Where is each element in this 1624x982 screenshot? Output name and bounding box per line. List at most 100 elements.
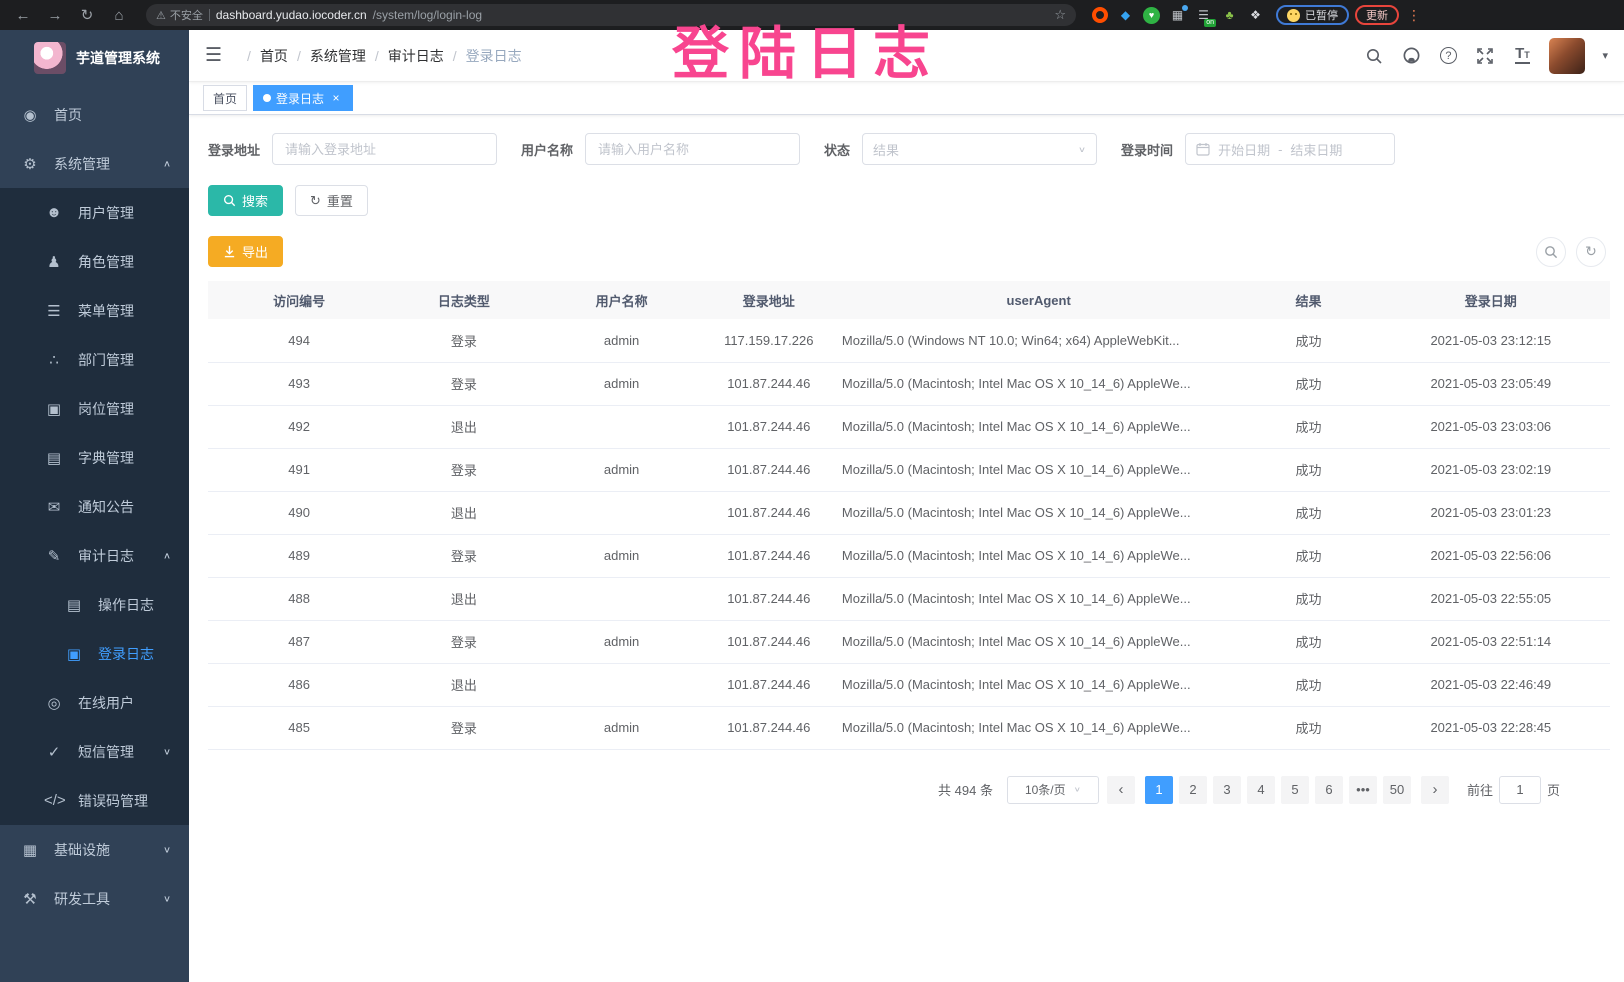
security-label[interactable]: 不安全	[170, 7, 203, 23]
tag-item[interactable]: 首页 ×	[203, 85, 247, 111]
login-time-range-picker[interactable]: 开始日期 - 结束日期	[1185, 133, 1395, 165]
github-icon[interactable]	[1401, 46, 1421, 66]
page-number-button[interactable]: 5	[1281, 776, 1309, 804]
sidebar-item[interactable]: ✉ 通知公告	[0, 482, 189, 531]
extension-icon[interactable]: ◆	[1117, 7, 1134, 24]
breadcrumb-item[interactable]: / 系统管理	[288, 46, 366, 66]
notification-dot	[1182, 5, 1188, 11]
page-size-select[interactable]: 10条/页 ∨	[1007, 776, 1099, 804]
sidebar-item[interactable]: ⚙ 系统管理 ∧	[0, 139, 189, 188]
extension-icon[interactable]: ♣	[1221, 7, 1238, 24]
font-size-icon[interactable]: TT	[1512, 46, 1532, 66]
top-navbar: ☰ / 首页 / 系统管理 / 审计日志 / 登录日志	[189, 30, 1624, 82]
browser-forward-icon[interactable]: →	[42, 7, 68, 24]
cell-user-agent: Mozilla/5.0 (Macintosh; Intel Mac OS X 1…	[832, 534, 1246, 577]
sidebar-item[interactable]: ♟ 角色管理	[0, 237, 189, 286]
page-number-button[interactable]: 50	[1383, 776, 1411, 804]
sidebar-item[interactable]: ◎ 在线用户	[0, 678, 189, 727]
fullscreen-icon[interactable]	[1475, 46, 1495, 66]
sidebar-item-label: 用户管理	[78, 203, 134, 223]
column-header: 登录日期	[1372, 281, 1610, 319]
sidebar-item[interactable]: ◉ 首页	[0, 90, 189, 139]
login-address-input[interactable]	[272, 133, 497, 165]
page-number-button[interactable]: 4	[1247, 776, 1275, 804]
cell-username	[537, 663, 705, 706]
sidebar-item[interactable]: ⚒ 研发工具 ∨	[0, 874, 189, 923]
prev-page-button[interactable]: ‹	[1107, 776, 1135, 804]
hamburger-icon[interactable]: ☰	[205, 44, 222, 67]
sidebar-item-icon: ▤	[44, 449, 64, 467]
app-logo[interactable]: 芋道管理系统	[0, 30, 189, 86]
profile-paused-chip[interactable]: 已暂停	[1276, 5, 1349, 25]
search-form: 登录地址 用户名称 状态 结果 ∨ 登录时间	[208, 133, 1610, 165]
chevron-down-icon: ∨	[1078, 144, 1086, 153]
search-button[interactable]: 搜索	[208, 185, 283, 216]
page-number-button[interactable]: 1	[1145, 776, 1173, 804]
reset-button[interactable]: ↻ 重置	[295, 185, 368, 216]
help-icon[interactable]: ?	[1438, 46, 1458, 66]
username-input[interactable]	[585, 133, 800, 165]
sidebar-item[interactable]: ▣ 登录日志	[0, 629, 189, 678]
sidebar-item[interactable]: ✓ 短信管理 ∨	[0, 727, 189, 776]
extensions-puzzle-icon[interactable]: ❖	[1247, 7, 1264, 24]
browser-back-icon[interactable]: ←	[10, 7, 36, 24]
sidebar-item[interactable]: ☰ 菜单管理	[0, 286, 189, 335]
sidebar-item[interactable]: ✎ 审计日志 ∧	[0, 531, 189, 580]
app-title: 芋道管理系统	[76, 48, 160, 68]
table-row: 494 登录 admin 117.159.17.226 Mozilla/5.0 …	[208, 319, 1610, 362]
next-page-button[interactable]: ›	[1421, 776, 1449, 804]
breadcrumb-item[interactable]: / 审计日志	[366, 46, 444, 66]
cell-login-address: 101.87.244.46	[706, 577, 832, 620]
cell-result: 成功	[1245, 362, 1371, 405]
column-header: 用户名称	[537, 281, 705, 319]
address-bar[interactable]: ⚠ 不安全 dashboard.yudao.iocoder.cn/system/…	[146, 4, 1076, 26]
extension-icon[interactable]: ♥	[1143, 7, 1160, 24]
tag-item[interactable]: 登录日志 ×	[253, 85, 353, 111]
bookmark-star-icon[interactable]: ☆	[1054, 7, 1066, 23]
sidebar-item[interactable]: ▣ 岗位管理	[0, 384, 189, 433]
export-button[interactable]: 导出	[208, 236, 283, 267]
page-number-button[interactable]: •••	[1349, 776, 1377, 804]
page-number-button[interactable]: 2	[1179, 776, 1207, 804]
cell-login-date: 2021-05-03 22:55:05	[1372, 577, 1610, 620]
goto-page-input[interactable]	[1499, 776, 1541, 804]
cell-result: 成功	[1245, 448, 1371, 491]
page-number-button[interactable]: 3	[1213, 776, 1241, 804]
browser-home-icon[interactable]: ⌂	[106, 7, 132, 24]
login-time-label: 登录时间	[1121, 140, 1173, 159]
sidebar-item-label: 操作日志	[98, 595, 154, 615]
extension-icon[interactable]	[1092, 7, 1108, 23]
browser-update-button[interactable]: 更新	[1355, 5, 1399, 25]
table-row: 485 登录 admin 101.87.244.46 Mozilla/5.0 (…	[208, 706, 1610, 749]
sidebar: 芋道管理系统 ◉ 首页 ⚙ 系统管理 ∧ ☻ 用户管理 ♟ 角色管理	[0, 30, 189, 982]
browser-menu-icon[interactable]: ⋮	[1407, 7, 1421, 24]
breadcrumb-item[interactable]: / 首页	[238, 46, 288, 66]
refresh-table-button[interactable]: ↻	[1576, 237, 1606, 267]
cell-login-address: 101.87.244.46	[706, 706, 832, 749]
browser-reload-icon[interactable]: ↻	[74, 6, 100, 24]
cell-log-type: 退出	[390, 405, 537, 448]
sidebar-item[interactable]: ∴ 部门管理	[0, 335, 189, 384]
sidebar-item[interactable]: ▤ 字典管理	[0, 433, 189, 482]
page-number-button[interactable]: 6	[1315, 776, 1343, 804]
status-select[interactable]: 结果 ∨	[862, 133, 1097, 165]
sidebar-item-icon: ▤	[64, 596, 84, 614]
sidebar-item[interactable]: ▦ 基础设施 ∨	[0, 825, 189, 874]
cell-log-type: 退出	[390, 491, 537, 534]
toggle-search-button[interactable]	[1536, 237, 1566, 267]
url-host: dashboard.yudao.iocoder.cn	[216, 8, 367, 22]
avatar-caret-icon[interactable]: ▾	[1602, 49, 1608, 62]
submenu-arrow-icon: ∧	[163, 550, 171, 560]
sidebar-item[interactable]: ▤ 操作日志	[0, 580, 189, 629]
sidebar-item[interactable]: ☻ 用户管理	[0, 188, 189, 237]
user-avatar[interactable]	[1549, 38, 1585, 74]
extension-icon[interactable]: ☰on	[1195, 7, 1212, 24]
extension-icon[interactable]: ▦	[1169, 7, 1186, 24]
cell-username: admin	[537, 706, 705, 749]
extension-on-badge: on	[1204, 19, 1216, 27]
close-tag-icon[interactable]: ×	[329, 91, 343, 105]
breadcrumb-item[interactable]: / 登录日志	[444, 46, 522, 66]
search-icon[interactable]	[1364, 46, 1384, 66]
cell-result: 成功	[1245, 620, 1371, 663]
sidebar-item[interactable]: </> 错误码管理	[0, 776, 189, 825]
